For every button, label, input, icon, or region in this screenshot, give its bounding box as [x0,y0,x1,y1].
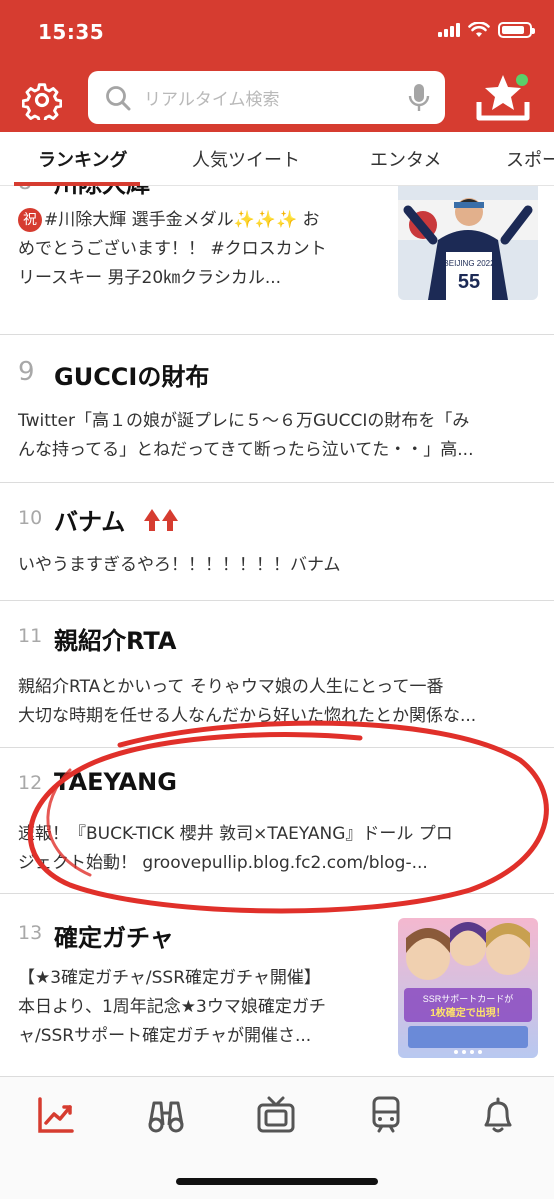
item-description: 【★3確定ガチャ/SSR確定ガチャ開催】 本日より、1周年記念★3ウマ娘確定ガチ… [18,968,326,1046]
tv-icon[interactable] [256,1095,296,1135]
list-item[interactable]: 10 バナム いやうますぎるやろ！！！！！！！バナム [0,483,554,601]
item-title: 親紹介RTA [54,627,177,655]
thumb-text: BEIJING 2022 [443,259,495,268]
search-bar[interactable]: リアルタイム検索 [88,71,445,124]
battery-icon [498,22,535,38]
list-item[interactable]: 9 GUCCIの財布 Twitter「高１の娘が誕プレに５〜６万GUCCIの財布… [0,335,554,483]
wifi-icon [468,22,490,37]
search-icon [106,85,131,110]
train-icon[interactable] [366,1095,406,1135]
item-description: 親紹介RTAとかいって そりゃウマ娘の人生にとって一番 大切な時期を任せる人なん… [18,677,477,726]
settings-gear-icon[interactable] [22,80,62,120]
rank-number: 11 [18,625,43,647]
rank-number: 8 [18,186,32,195]
notification-dot [516,74,528,86]
status-time: 15:35 [38,20,105,44]
list-item[interactable]: 11 親紹介RTA 親紹介RTAとかいって そりゃウマ娘の人生にとって一番 大切… [0,601,554,748]
tab-sports[interactable]: スポー [506,146,554,172]
category-tabs: ランキング 人気ツイート エンタメ スポー [0,132,554,186]
item-title: 川除大輝 [54,186,150,199]
tab-ranking[interactable]: ランキング [38,146,127,172]
item-title: 確定ガチャ [54,924,174,952]
thumb-text-1: SSRサポートカードが [423,993,514,1004]
rank-number: 12 [18,772,43,794]
item-title: GUCCIの財布 [54,363,210,391]
ranking-list: 8 川除大輝 祝#川除大輝 選手金メダル✨✨✨ お めでとうございます！！ #ク… [0,186,554,1076]
search-input[interactable]: リアルタイム検索 [144,85,407,110]
bell-icon[interactable] [478,1095,518,1135]
rising-arrows-icon [144,509,178,531]
celebration-badge: 祝 [18,208,42,232]
microphone-icon[interactable] [407,82,431,114]
thumb-bib: 55 [458,271,480,293]
tab-entertainment[interactable]: エンタメ [370,146,441,172]
home-indicator [176,1178,378,1185]
tab-popular-tweets[interactable]: 人気ツイート [192,146,300,172]
cellular-signal-icon [438,23,460,37]
trend-chart-icon[interactable] [36,1095,76,1135]
item-description: Twitter「高１の娘が誕プレに５〜６万GUCCIの財布を「み んな持ってる」… [18,411,474,460]
rank-number: 10 [18,507,43,529]
item-description: 祝 #川除大輝 選手金メダル✨✨✨ お めでとうございます！！ #クロスカント リ… [18,208,327,288]
list-item[interactable]: 8 川除大輝 祝#川除大輝 選手金メダル✨✨✨ お めでとうございます！！ #ク… [0,186,554,335]
item-description: 速報！『BUCK-TICK 櫻井 敦司×TAEYANG』ドール プロ ジェクト始… [18,824,453,873]
list-item[interactable]: 12 TAEYANG 速報！『BUCK-TICK 櫻井 敦司×TAEYANG』ド… [0,748,554,894]
list-item[interactable]: 13 確定ガチャ 【★3確定ガチャ/SSR確定ガチャ開催】 本日より、1周年記念… [0,894,554,1076]
app-header: 15:35 リアルタイム検索 [0,0,554,132]
rank-number: 13 [18,922,43,944]
item-title: バナム [54,508,126,536]
item-thumbnail: 55 BEIJING 2022 [398,186,538,300]
item-title: TAEYANG [54,768,177,796]
status-icons [438,22,535,38]
item-description: いやうますぎるやろ！！！！！！！バナム [18,555,341,575]
rank-number: 9 [18,357,35,387]
item-thumbnail: SSRサポートカードが 1枚確定で出現！ [398,918,538,1058]
binoculars-icon[interactable] [146,1095,186,1135]
thumb-text-2: 1枚確定で出現！ [430,1006,506,1019]
